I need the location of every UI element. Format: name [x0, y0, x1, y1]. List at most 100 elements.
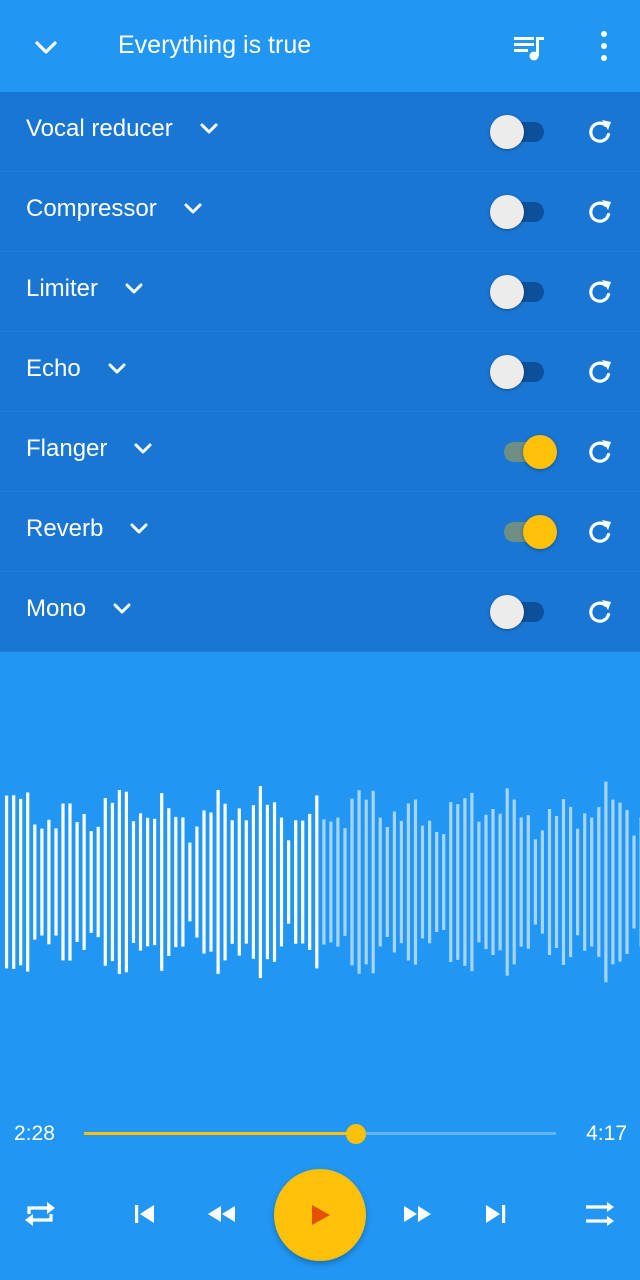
chevron-down-icon [184, 203, 202, 214]
chevron-down-icon [35, 41, 57, 54]
reset-icon[interactable] [584, 116, 616, 148]
waveform-bar [146, 817, 150, 947]
waveform-bar [569, 806, 573, 958]
effect-toggle-flanger[interactable] [490, 434, 560, 470]
effect-row-mono: Mono [0, 572, 640, 652]
next-track-button[interactable] [474, 1192, 518, 1236]
waveform[interactable] [0, 760, 640, 1000]
waveform-bar [19, 798, 23, 966]
effect-row-echo: Echo [0, 332, 640, 412]
waveform-bar [583, 813, 587, 951]
waveform-bar [195, 826, 199, 938]
waveform-bar [160, 793, 164, 971]
waveform-bar [491, 809, 495, 955]
more-vert-icon [601, 31, 607, 61]
rewind-button[interactable] [199, 1192, 243, 1236]
waveform-bar [103, 798, 107, 966]
waveform-bar [12, 795, 16, 969]
waveform-bar [153, 818, 157, 946]
waveform-bar [131, 821, 136, 943]
waveform-bar [336, 817, 340, 947]
chevron-down-icon [113, 603, 131, 614]
waveform-bar [625, 810, 629, 954]
waveform-bar [5, 795, 9, 969]
repeat-button[interactable] [18, 1192, 62, 1236]
effect-label: Reverb [26, 515, 104, 542]
total-time: 4:17 [586, 1122, 627, 1145]
seek-thumb[interactable] [345, 1124, 366, 1144]
waveform-bar [75, 822, 79, 942]
effect-row-vocal-reducer: Vocal reducer [0, 92, 640, 172]
chevron-down-icon [108, 363, 126, 374]
waveform-bar [138, 813, 143, 951]
waveform-bar [470, 792, 474, 972]
skip-next-icon [486, 1205, 506, 1223]
waveform-bar [364, 799, 368, 965]
reset-icon[interactable] [584, 596, 616, 628]
previous-track-button[interactable] [122, 1192, 166, 1236]
effect-expand-vocal-reducer[interactable]: Vocal reducer [26, 115, 223, 143]
waveform-bar [484, 814, 488, 950]
waveform-bar [124, 791, 128, 973]
effect-toggle-mono[interactable] [490, 594, 560, 630]
effect-label: Echo [26, 355, 81, 382]
waveform-bar [188, 842, 192, 922]
reset-icon[interactable] [584, 196, 616, 228]
collapse-button[interactable] [26, 28, 66, 68]
waveform-bar [597, 807, 601, 957]
play-button[interactable] [274, 1169, 366, 1261]
effect-expand-reverb[interactable]: Reverb [26, 515, 153, 543]
effect-row-compressor: Compressor [0, 172, 640, 252]
waveform-bar [357, 790, 361, 974]
reset-icon[interactable] [584, 436, 616, 468]
effect-toggle-vocal-reducer[interactable] [490, 114, 560, 150]
waveform-bar [604, 781, 608, 983]
effect-toggle-limiter[interactable] [490, 274, 560, 310]
waveform-bar [512, 799, 516, 965]
waveform-bar [519, 817, 523, 947]
fast-forward-button[interactable] [396, 1192, 440, 1236]
waveform-bar [456, 804, 460, 960]
waveform-bar [442, 834, 446, 930]
effect-expand-flanger[interactable]: Flanger [26, 435, 157, 463]
waveform-bar [230, 820, 234, 944]
waveform-bar [251, 805, 255, 959]
waveform-bar [167, 808, 171, 956]
play-icon [312, 1205, 330, 1225]
waveform-bar [618, 802, 622, 962]
skip-previous-icon [135, 1205, 154, 1223]
waveform-bar [33, 824, 37, 940]
effect-expand-limiter[interactable]: Limiter [26, 275, 148, 303]
waveform-bar [449, 802, 453, 962]
waveform-bar [329, 821, 333, 943]
reset-icon[interactable] [584, 516, 616, 548]
reset-icon[interactable] [584, 276, 616, 308]
chevron-down-icon [200, 123, 218, 134]
effect-toggle-reverb[interactable] [490, 514, 560, 550]
waveform-bar [68, 803, 72, 961]
effect-expand-compressor[interactable]: Compressor [26, 195, 207, 223]
effect-row-reverb: Reverb [0, 492, 640, 572]
seek-bar[interactable] [84, 1124, 556, 1144]
waveform-bar [435, 831, 439, 932]
waveform-bar [420, 825, 425, 939]
waveform-bar [117, 790, 121, 974]
effect-toggle-compressor[interactable] [490, 194, 560, 230]
effect-expand-echo[interactable]: Echo [26, 355, 131, 383]
more-options-button[interactable] [584, 26, 624, 66]
repeat-icon [25, 1202, 55, 1226]
waveform-bar [223, 803, 227, 961]
waveform-bar [505, 788, 509, 976]
reset-icon[interactable] [584, 356, 616, 388]
waveform-bar [533, 839, 537, 925]
effect-expand-mono[interactable]: Mono [26, 595, 136, 623]
waveform-bar [40, 828, 44, 936]
seek-progress [84, 1132, 356, 1135]
effect-toggle-echo[interactable] [490, 354, 560, 390]
queue-button[interactable] [508, 28, 548, 68]
chevron-down-icon [130, 523, 148, 534]
shuffle-button[interactable] [578, 1192, 622, 1236]
waveform-bar [174, 816, 178, 948]
waveform-bar [547, 809, 552, 955]
waveform-bar [265, 804, 269, 960]
